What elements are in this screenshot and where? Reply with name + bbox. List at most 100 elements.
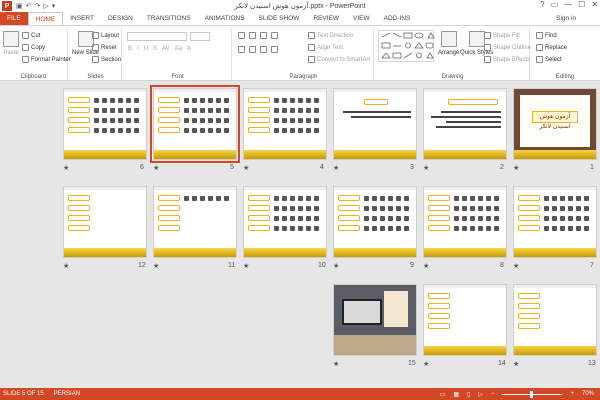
- slide-15-star-icon[interactable]: ★: [333, 360, 339, 368]
- case-icon[interactable]: Aa: [175, 46, 182, 52]
- slide-10-star-icon[interactable]: ★: [243, 262, 249, 270]
- find-icon: [536, 32, 543, 39]
- tab-view[interactable]: VIEW: [346, 12, 377, 25]
- layout-label: Layout: [101, 32, 120, 39]
- slideshow-view-icon[interactable]: ▷: [478, 391, 483, 398]
- increase-indent-icon[interactable]: [271, 32, 278, 39]
- font-name-combo[interactable]: [127, 32, 187, 41]
- zoom-level[interactable]: 70%: [582, 391, 594, 397]
- align-text-button[interactable]: Align Text: [308, 44, 343, 51]
- tab-slide-show[interactable]: SLIDE SHOW: [252, 12, 307, 25]
- text-direction-button[interactable]: Text Direction: [308, 32, 353, 39]
- decrease-indent-icon[interactable]: [260, 32, 267, 39]
- font-color-icon[interactable]: A: [187, 46, 191, 52]
- tab-insert[interactable]: INSERT: [63, 12, 101, 25]
- slide-thumbnail-6[interactable]: [63, 88, 147, 160]
- shape-effects-label: Shape Effects: [493, 56, 531, 63]
- undo-icon[interactable]: ↶: [26, 2, 32, 10]
- reset-button[interactable]: Reset: [92, 44, 117, 51]
- maximize-icon[interactable]: ☐: [578, 0, 585, 9]
- slide-thumbnail-7[interactable]: [513, 186, 597, 258]
- customize-icon[interactable]: ▾: [52, 2, 56, 10]
- shape-fill-button[interactable]: Shape Fill: [484, 32, 520, 39]
- slide-thumbnail-3[interactable]: [333, 88, 417, 160]
- language-indicator[interactable]: PERSIAN: [54, 391, 80, 397]
- shape-outline-button[interactable]: Shape Outline: [484, 44, 531, 51]
- normal-view-icon[interactable]: ▭: [440, 391, 446, 398]
- zoom-slider[interactable]: [502, 390, 563, 398]
- zoom-in-icon[interactable]: +: [570, 391, 574, 397]
- slide-11-star-icon[interactable]: ★: [153, 262, 159, 270]
- slide-thumbnail-4[interactable]: [243, 88, 327, 160]
- strike-icon[interactable]: S: [153, 46, 157, 52]
- slide-5-star-icon[interactable]: ★: [153, 164, 159, 172]
- numbering-icon[interactable]: [249, 32, 256, 39]
- italic-icon[interactable]: I: [137, 46, 139, 52]
- bullets-icon[interactable]: [238, 32, 245, 39]
- find-button[interactable]: Find: [536, 32, 557, 39]
- tab-design[interactable]: DESIGN: [101, 12, 140, 25]
- slide-thumbnail-13[interactable]: [513, 284, 597, 356]
- slide-thumbnail-9[interactable]: [333, 186, 417, 258]
- slide-thumbnail-8[interactable]: [423, 186, 507, 258]
- arrange-button[interactable]: Arrange: [438, 31, 459, 56]
- layout-button[interactable]: Layout: [92, 32, 119, 39]
- select-button[interactable]: Select: [536, 56, 562, 63]
- cut-button[interactable]: Cut: [22, 32, 40, 39]
- format-painter-button[interactable]: Format Painter: [22, 56, 71, 63]
- replace-button[interactable]: Replace: [536, 44, 567, 51]
- close-icon[interactable]: ✕: [591, 0, 598, 9]
- tab-animations[interactable]: ANIMATIONS: [198, 12, 252, 25]
- slide-7-star-icon[interactable]: ★: [513, 262, 519, 270]
- convert-smartart-button[interactable]: Convert to SmartArt: [308, 56, 370, 63]
- shapes-gallery[interactable]: [378, 30, 435, 62]
- slide-4-star-icon[interactable]: ★: [243, 164, 249, 172]
- slide-sorter-view-icon[interactable]: ▦: [453, 391, 459, 398]
- align-left-icon[interactable]: [238, 46, 245, 53]
- slide-13-star-icon[interactable]: ★: [513, 360, 519, 368]
- spacing-icon[interactable]: AV: [162, 46, 170, 52]
- zoom-out-icon[interactable]: −: [491, 391, 495, 397]
- slide-thumbnail-1[interactable]: آزمون هوش اسنیدن لانکر: [513, 88, 597, 160]
- tab-add-ins[interactable]: ADD-INS: [377, 12, 418, 25]
- tab-home[interactable]: HOME: [27, 12, 64, 25]
- font-size-combo[interactable]: [190, 32, 210, 41]
- restore-icon[interactable]: ▭: [551, 0, 559, 9]
- slide-thumbnail-2[interactable]: [423, 88, 507, 160]
- justify-icon[interactable]: [271, 46, 278, 53]
- slide-thumbnail-12[interactable]: [63, 186, 147, 258]
- paste-button[interactable]: Paste: [3, 31, 19, 56]
- tab-file[interactable]: FILE: [0, 12, 28, 25]
- reset-icon: [92, 44, 99, 51]
- slide-8-star-icon[interactable]: ★: [423, 262, 429, 270]
- tab-transitions[interactable]: TRANSITIONS: [140, 12, 198, 25]
- bold-icon[interactable]: B: [128, 46, 132, 52]
- copy-button[interactable]: Copy: [22, 44, 45, 51]
- shape-effects-button[interactable]: Shape Effects: [484, 56, 530, 63]
- slide-thumbnail-14[interactable]: [423, 284, 507, 356]
- slide-thumbnail-5[interactable]: [150, 85, 240, 163]
- align-right-icon[interactable]: [260, 46, 267, 53]
- redo-icon[interactable]: ↷: [35, 2, 41, 10]
- sign-in-link[interactable]: Sign in: [556, 12, 600, 25]
- slide-9-star-icon[interactable]: ★: [333, 262, 339, 270]
- slide-thumbnail-15[interactable]: [333, 284, 417, 356]
- reading-view-icon[interactable]: ▯: [467, 391, 470, 398]
- help-icon[interactable]: ?: [540, 0, 544, 9]
- slide-12-star-icon[interactable]: ★: [63, 262, 69, 270]
- slide-1-star-icon[interactable]: ★: [513, 164, 519, 172]
- tab-review[interactable]: REVIEW: [306, 12, 346, 25]
- minimize-icon[interactable]: —: [564, 0, 572, 9]
- zoom-slider-thumb[interactable]: [530, 390, 534, 398]
- underline-icon[interactable]: U: [144, 46, 148, 52]
- save-icon[interactable]: ▣: [16, 2, 23, 10]
- slideshow-icon[interactable]: ▷: [43, 2, 48, 10]
- slide-14-star-icon[interactable]: ★: [423, 360, 429, 368]
- align-center-icon[interactable]: [249, 46, 256, 53]
- slide-6-star-icon[interactable]: ★: [63, 164, 69, 172]
- section-button[interactable]: Section: [92, 56, 121, 63]
- slide-thumbnail-11[interactable]: [153, 186, 237, 258]
- slide-3-star-icon[interactable]: ★: [333, 164, 339, 172]
- slide-thumbnail-10[interactable]: [243, 186, 327, 258]
- slide-2-star-icon[interactable]: ★: [423, 164, 429, 172]
